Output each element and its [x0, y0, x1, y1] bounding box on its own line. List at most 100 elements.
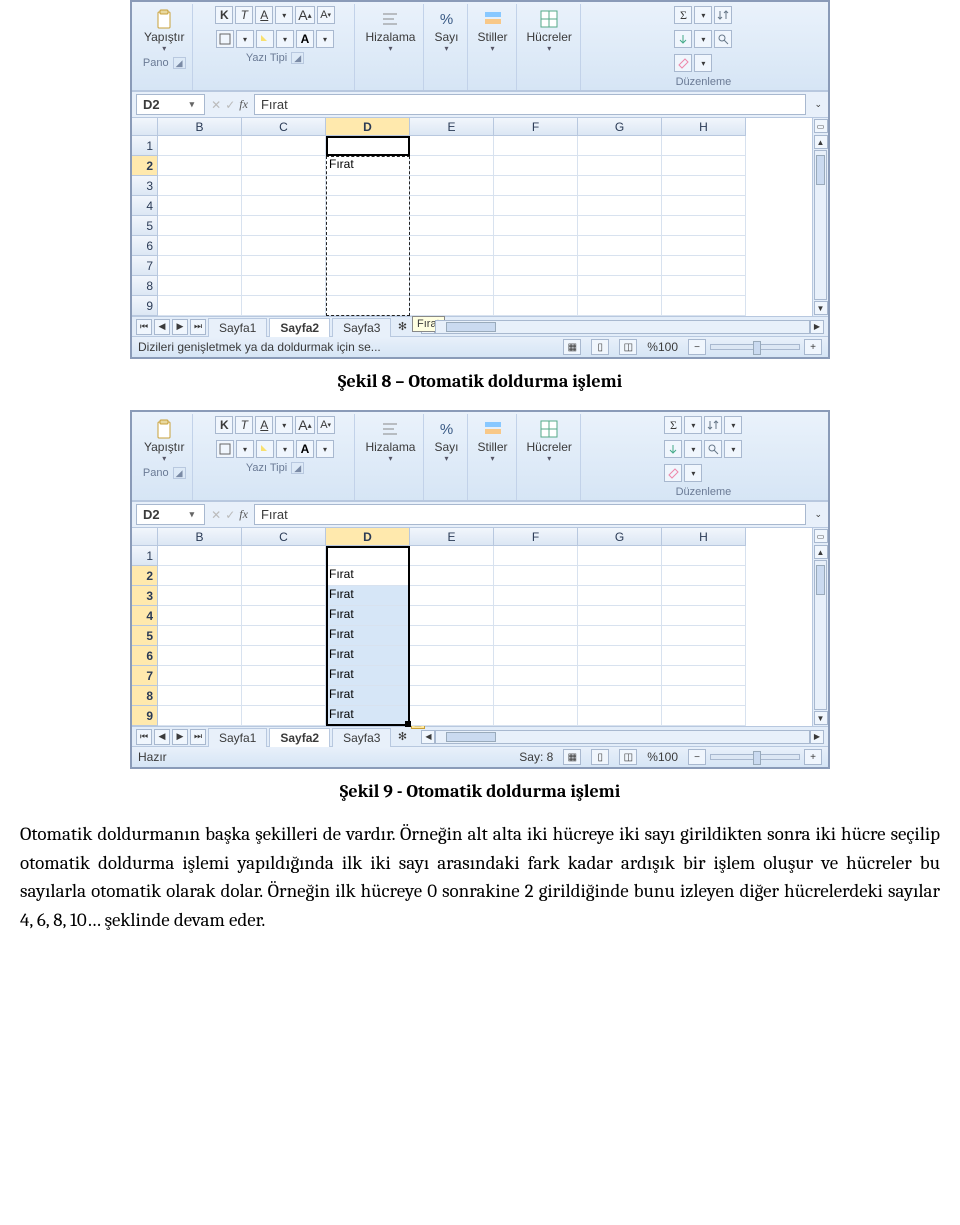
cell[interactable] [158, 296, 242, 316]
cell[interactable] [242, 586, 326, 606]
cell[interactable] [578, 706, 662, 726]
accept-formula-icon[interactable]: ✓ [225, 98, 235, 112]
scroll-thumb[interactable] [446, 732, 496, 742]
cell[interactable] [662, 136, 746, 156]
cell-d4[interactable]: Fırat [326, 606, 410, 626]
clear-more[interactable]: ▾ [694, 54, 712, 72]
cell[interactable] [662, 256, 746, 276]
cell[interactable] [242, 296, 326, 316]
col-header[interactable]: H [662, 118, 746, 136]
cell[interactable] [578, 216, 662, 236]
cell[interactable] [578, 606, 662, 626]
fx-icon[interactable]: fx [239, 507, 248, 522]
zoom-out-icon[interactable]: − [688, 749, 706, 765]
cell[interactable] [242, 666, 326, 686]
underline-button[interactable]: A [255, 6, 273, 24]
cell[interactable] [578, 546, 662, 566]
col-header[interactable]: F [494, 528, 578, 546]
clear-button[interactable] [674, 54, 692, 72]
alignment-button[interactable]: Hizalama ▾ [361, 416, 419, 465]
cell[interactable] [242, 606, 326, 626]
clear-more[interactable]: ▾ [684, 464, 702, 482]
col-header[interactable]: G [578, 118, 662, 136]
cell[interactable] [242, 236, 326, 256]
scroll-right-icon[interactable]: ▶ [810, 730, 824, 744]
borders-more[interactable]: ▾ [236, 30, 254, 48]
cell[interactable] [662, 626, 746, 646]
cell[interactable] [494, 626, 578, 646]
cell-d7[interactable]: Fırat [326, 666, 410, 686]
autosum-button[interactable]: Σ [664, 416, 682, 434]
formula-bar[interactable]: Fırat [254, 504, 807, 525]
tab-last-icon[interactable]: ⏭ [190, 319, 206, 335]
new-sheet-icon[interactable]: ✻ [393, 730, 411, 743]
horizontal-scrollbar[interactable]: ◀ ▶ [421, 320, 824, 334]
cell[interactable] [662, 236, 746, 256]
cell[interactable] [578, 296, 662, 316]
cell[interactable] [242, 706, 326, 726]
scroll-thumb[interactable] [816, 565, 825, 595]
tab-prev-icon[interactable]: ◀ [154, 729, 170, 745]
zoom-in-icon[interactable]: + [804, 749, 822, 765]
number-button[interactable]: % Sayı ▾ [430, 6, 462, 55]
autosum-button[interactable]: Σ [674, 6, 692, 24]
borders-button[interactable] [216, 30, 234, 48]
sort-button[interactable] [714, 6, 732, 24]
cell[interactable] [578, 566, 662, 586]
grow-font-button[interactable]: A▴ [295, 416, 314, 434]
cell[interactable] [494, 236, 578, 256]
cell-d8[interactable]: Fırat [326, 686, 410, 706]
cell[interactable] [494, 276, 578, 296]
cell[interactable] [578, 666, 662, 686]
cell[interactable] [578, 586, 662, 606]
scroll-down-icon[interactable]: ▼ [814, 711, 828, 725]
cell[interactable] [410, 586, 494, 606]
cell[interactable] [662, 646, 746, 666]
cell[interactable] [410, 296, 494, 316]
cell[interactable] [494, 296, 578, 316]
formula-bar[interactable]: Fırat [254, 94, 807, 115]
cell[interactable] [242, 546, 326, 566]
cell[interactable] [410, 546, 494, 566]
cell[interactable] [242, 176, 326, 196]
name-box[interactable]: D2 ▾ [136, 504, 205, 525]
cell[interactable] [578, 686, 662, 706]
cell[interactable] [326, 276, 410, 296]
expand-formula-bar[interactable]: ⌄ [812, 99, 824, 110]
fx-icon[interactable]: fx [239, 97, 248, 112]
view-normal-icon[interactable]: ▦ [563, 749, 581, 765]
view-break-icon[interactable]: ◫ [619, 339, 637, 355]
cell[interactable] [326, 136, 410, 156]
paste-button[interactable]: Yapıştır ▾ [140, 416, 188, 465]
cell[interactable] [410, 236, 494, 256]
cell[interactable] [494, 706, 578, 726]
cell[interactable] [326, 176, 410, 196]
underline-button[interactable]: A [255, 416, 273, 434]
cell[interactable] [242, 136, 326, 156]
row-header[interactable]: 4 [132, 606, 158, 626]
cell-d6[interactable]: Fırat [326, 646, 410, 666]
view-normal-icon[interactable]: ▦ [563, 339, 581, 355]
cell[interactable] [242, 156, 326, 176]
row-header[interactable]: 6 [132, 646, 158, 666]
view-page-icon[interactable]: ▯ [591, 749, 609, 765]
underline-more[interactable]: ▾ [275, 6, 293, 24]
cell[interactable] [410, 646, 494, 666]
row-header[interactable]: 8 [132, 276, 158, 296]
font-color-more[interactable]: ▾ [316, 30, 334, 48]
col-header[interactable]: H [662, 528, 746, 546]
styles-button[interactable]: Stiller ▾ [474, 416, 512, 465]
scroll-up-icon[interactable]: ▲ [814, 135, 828, 149]
cell[interactable] [326, 296, 410, 316]
cell[interactable] [158, 136, 242, 156]
row-header[interactable]: 7 [132, 256, 158, 276]
dialog-launcher[interactable]: ◢ [173, 57, 186, 69]
zoom-slider[interactable]: − + [688, 339, 822, 355]
cell[interactable] [158, 156, 242, 176]
cell[interactable] [578, 176, 662, 196]
paste-button[interactable]: Yapıştır ▾ [140, 6, 188, 55]
clear-button[interactable] [664, 464, 682, 482]
cell[interactable] [410, 136, 494, 156]
scroll-split-icon[interactable]: ▭ [814, 529, 828, 543]
cell[interactable] [494, 686, 578, 706]
